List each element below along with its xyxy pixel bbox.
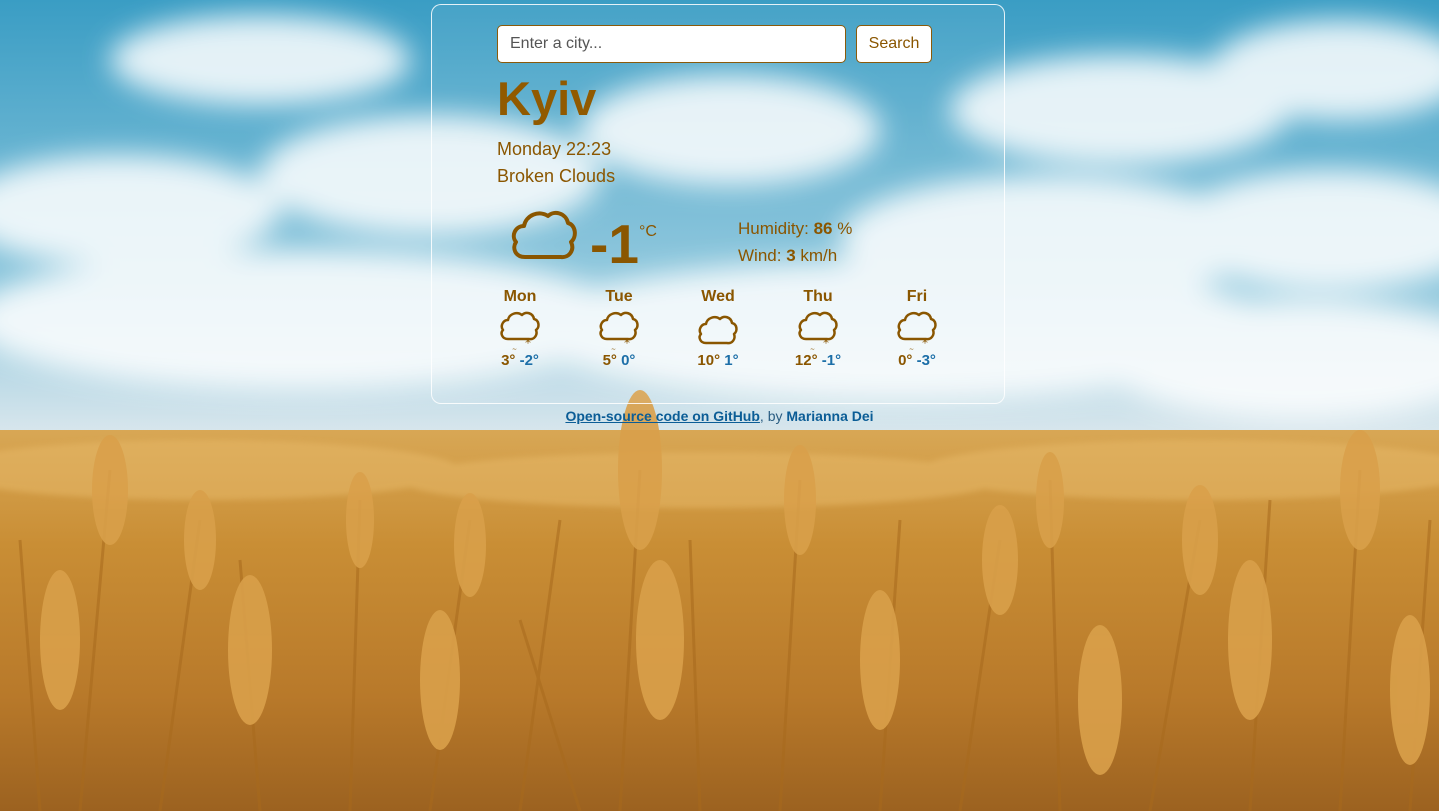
snow-cloud-icon: * ~ <box>798 311 838 351</box>
forecast-day: Tue * ~ 5° 0° <box>579 287 659 370</box>
forecast-day-name: Fri <box>906 288 928 305</box>
forecast-day: Thu * ~ 12° -1° <box>778 287 858 370</box>
wind-unit: km/h <box>795 246 838 265</box>
current-temperature: -1 <box>590 213 639 275</box>
cloud-icon <box>698 315 738 345</box>
snow-cloud-icon: * ~ <box>599 311 639 351</box>
wind-value: 3 <box>786 246 796 265</box>
svg-text:*: * <box>922 336 928 350</box>
forecast-max-temp: 12° <box>794 352 818 369</box>
snow-cloud-icon: * ~ <box>897 311 937 351</box>
weather-description: Broken Clouds <box>497 166 616 186</box>
svg-text:~: ~ <box>611 346 616 351</box>
svg-text:~: ~ <box>810 346 815 351</box>
temperature-unit: °C <box>639 223 657 240</box>
footer: Open-source code on GitHub, by Marianna … <box>0 407 1439 425</box>
city-search-input[interactable] <box>497 25 846 63</box>
svg-text:*: * <box>823 336 829 350</box>
forecast-max-temp: 10° <box>697 352 721 369</box>
humidity-unit: % <box>832 219 853 238</box>
svg-text:~: ~ <box>512 346 517 351</box>
wind-readout: Wind: 3 km/h <box>738 245 837 267</box>
svg-text:~: ~ <box>909 346 914 351</box>
forecast-max-temp: 3° <box>501 352 516 369</box>
forecast-min-temp: -3° <box>916 352 936 369</box>
humidity-value: 86 <box>813 219 833 238</box>
forecast-day: Fri * ~ 0° -3° <box>877 287 957 370</box>
current-datetime: Monday 22:23 <box>497 139 612 159</box>
forecast-min-temp: 1° <box>724 352 739 369</box>
cloud-icon <box>511 210 577 260</box>
author-name: Marianna Dei <box>786 408 874 424</box>
github-link[interactable]: Open-source code on GitHub <box>565 408 759 424</box>
forecast-min-temp: -1° <box>821 352 842 369</box>
humidity-readout: Humidity: 86 % <box>738 218 852 240</box>
forecast-min-temp: 0° <box>621 352 636 369</box>
forecast-max-temp: 0° <box>898 352 913 369</box>
forecast-day-name: Wed <box>701 288 735 305</box>
forecast-day-name: Tue <box>605 288 633 305</box>
city-name: Kyiv <box>497 72 597 125</box>
footer-separator: , by <box>759 408 787 424</box>
forecast-day-name: Thu <box>803 288 833 305</box>
forecast-day: Wed 10° 1° <box>678 287 758 370</box>
svg-text:*: * <box>525 336 531 350</box>
wind-label: Wind: <box>738 246 787 265</box>
humidity-label: Humidity: <box>738 219 814 238</box>
forecast-day: Mon * ~ 3° -2° <box>480 287 560 370</box>
forecast-day-name: Mon <box>503 288 537 305</box>
forecast-min-temp: -2° <box>519 352 539 369</box>
search-button[interactable]: Search <box>856 25 932 63</box>
forecast-max-temp: 5° <box>602 352 617 369</box>
snow-cloud-icon: * ~ <box>500 311 540 351</box>
svg-text:*: * <box>624 336 630 350</box>
